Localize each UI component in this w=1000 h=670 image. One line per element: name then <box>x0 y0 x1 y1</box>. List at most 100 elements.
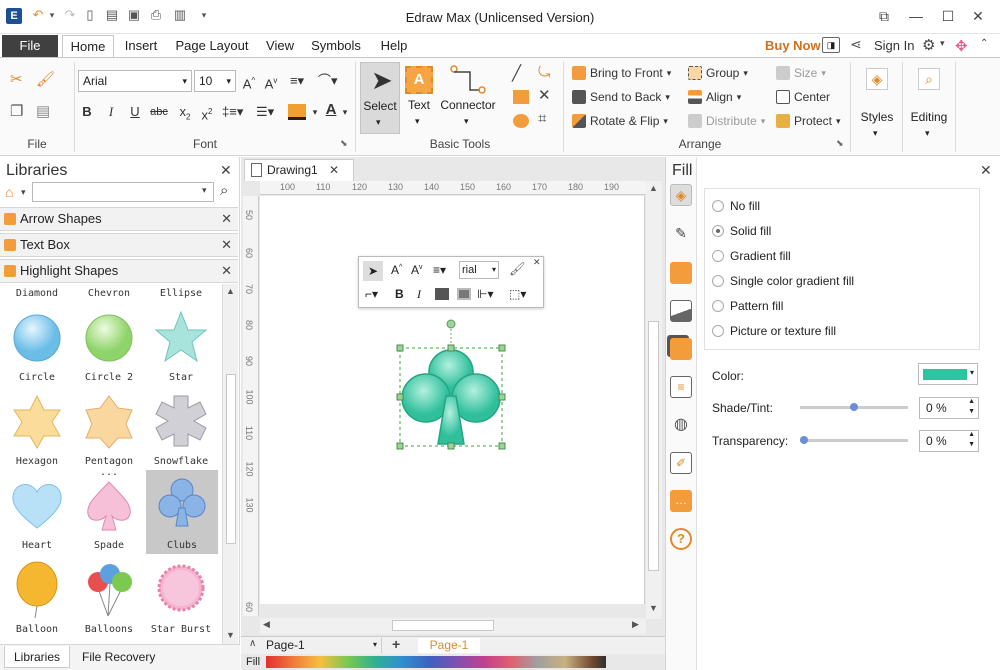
libraries-bottom-tab[interactable]: Libraries <box>4 646 70 668</box>
shape-circle[interactable]: Circle <box>2 306 72 386</box>
grow-font-icon[interactable]: A^ <box>391 263 402 277</box>
libraries-close-icon[interactable]: ✕ <box>220 162 232 179</box>
shape-hexagon[interactable]: Hexagon <box>2 390 72 470</box>
line-tool-icon[interactable]: ╱ <box>512 64 521 82</box>
fill-panel-close-icon[interactable]: ✕ <box>980 162 992 179</box>
library-category-highlight-shapes[interactable]: Highlight Shapes ✕ <box>0 259 238 283</box>
sign-in-link[interactable]: Sign In <box>874 38 914 53</box>
align-button[interactable]: Align ▾ <box>688 87 741 107</box>
maximize-button[interactable]: ☐ <box>936 6 960 26</box>
arrange-mini-icon[interactable]: ⊩▾ <box>477 287 493 301</box>
center-button[interactable]: Center <box>776 87 830 107</box>
scroll-down-icon[interactable]: ▼ <box>226 630 235 640</box>
superscript-icon[interactable]: x2 <box>198 102 216 125</box>
gallery-scrollbar[interactable]: ▲ ▼ <box>222 284 238 646</box>
text-spacing-icon[interactable]: ⌒▾ <box>318 71 338 91</box>
protect-button[interactable]: Protect ▾ <box>776 111 841 131</box>
bring-to-front-button[interactable]: Bring to Front ▾ <box>572 63 671 83</box>
clubs-shape-selected[interactable] <box>394 318 508 450</box>
connect-icon[interactable]: ⋖ <box>850 36 862 53</box>
library-close-icon[interactable]: ✕ <box>221 208 232 230</box>
rectangle-tool-icon[interactable] <box>513 90 529 104</box>
line-style-mini-icon[interactable]: ⬚▾ <box>509 287 526 301</box>
subscript-icon[interactable]: x2 <box>176 102 194 128</box>
size-button[interactable]: Size ▾ <box>776 63 826 83</box>
page-list-collapse-icon[interactable]: ∧ <box>249 638 256 649</box>
drawing-tab-close-icon[interactable]: ✕ <box>329 160 339 180</box>
restore-icon[interactable]: ⧉ <box>872 6 896 26</box>
mini-font-select[interactable]: rial ▾ <box>459 261 499 279</box>
shape-spade[interactable]: Spade <box>74 474 144 554</box>
minimize-button[interactable]: — <box>904 6 928 26</box>
strikethrough-icon[interactable]: abc <box>150 102 168 122</box>
library-category-arrow-shapes[interactable]: Arrow Shapes ✕ <box>0 207 238 231</box>
fill-option-gradient-fill[interactable]: Gradient fill <box>712 247 791 265</box>
floating-toolbar-close-icon[interactable]: ✕ <box>533 257 541 268</box>
italic-icon[interactable]: I <box>417 287 421 302</box>
transparency-slider[interactable] <box>800 436 908 444</box>
shape-balloons[interactable]: Balloons <box>74 558 144 638</box>
text-tool-button[interactable]: A Text ▾ <box>402 62 436 134</box>
shade-tint-slider[interactable] <box>800 403 908 411</box>
bring-front-mini-icon[interactable] <box>435 288 449 300</box>
italic-icon[interactable]: I <box>102 102 120 122</box>
fill-palette[interactable] <box>266 656 606 668</box>
canvas-vertical-scrollbar[interactable]: ▲ ▼ <box>646 181 662 619</box>
comment-icon[interactable]: … <box>670 490 692 512</box>
line-panel-icon[interactable]: ✎ <box>670 222 692 244</box>
transparency-spinner[interactable]: 0 % ▲ ▼ <box>919 430 979 452</box>
shape-balloon[interactable]: Balloon <box>2 558 72 638</box>
hyperlink-globe-icon[interactable]: ◍ <box>670 414 692 436</box>
file-recovery-tab[interactable]: File Recovery <box>82 646 162 668</box>
scrollbar-thumb[interactable] <box>392 620 494 631</box>
pointer-icon[interactable]: ➤ <box>363 261 383 281</box>
tab-insert[interactable]: Insert <box>118 35 164 58</box>
ellipse-tool-icon[interactable] <box>513 114 529 128</box>
layer-panel-icon[interactable] <box>670 338 692 360</box>
scroll-right-icon[interactable]: ▶ <box>632 619 639 630</box>
library-home-icon[interactable]: ⌂ <box>5 184 13 200</box>
font-family-select[interactable]: Arial ▾ <box>78 70 192 92</box>
color-picker[interactable]: ▾ <box>918 363 978 385</box>
fill-option-single-color-gradient[interactable]: Single color gradient fill <box>712 272 854 290</box>
file-tab[interactable]: File <box>2 35 58 57</box>
connector-style-icon[interactable]: ⌐▾ <box>365 287 378 301</box>
fill-option-pattern-fill[interactable]: Pattern fill <box>712 297 783 315</box>
library-category-text-box[interactable]: Text Box ✕ <box>0 233 238 257</box>
format-painter-icon[interactable]: 🖌 <box>509 261 526 277</box>
format-painter-icon[interactable]: 🖌 <box>36 70 55 88</box>
distribute-button[interactable]: Distribute ▾ <box>688 111 765 131</box>
slider-knob[interactable] <box>800 436 808 444</box>
scroll-up-icon[interactable]: ▲ <box>649 183 658 193</box>
font-size-select[interactable]: 10 ▾ <box>194 70 236 92</box>
help-icon[interactable]: ? <box>670 528 692 550</box>
shape-clubs[interactable]: Clubs <box>146 470 218 554</box>
tab-help[interactable]: Help <box>374 35 414 58</box>
bold-icon[interactable]: B <box>395 287 404 301</box>
scroll-down-icon[interactable]: ▼ <box>649 603 658 613</box>
buy-now-link[interactable]: Buy Now <box>765 38 821 53</box>
attachment-icon[interactable]: ✐ <box>670 452 692 474</box>
slider-knob[interactable] <box>850 403 858 411</box>
search-icon[interactable]: ⌕ <box>220 182 228 199</box>
settings-gear-icon[interactable]: ⚙ <box>922 36 935 54</box>
font-color-dropdown-icon[interactable]: ▾ <box>336 102 354 122</box>
drawing-tab[interactable]: Drawing1 ✕ <box>244 159 354 181</box>
image-panel-icon[interactable] <box>670 300 692 322</box>
canvas-horizontal-scrollbar[interactable]: ◀ ▶ <box>260 618 646 634</box>
library-close-icon[interactable]: ✕ <box>221 234 232 256</box>
select-tool-button[interactable]: ➤ Select ▾ <box>360 62 400 134</box>
copy-icon[interactable]: ❐ <box>10 102 23 120</box>
shape-snowflake[interactable]: Snowflake <box>146 390 216 470</box>
tab-home[interactable]: Home <box>62 35 114 58</box>
editing-button[interactable]: ⌕ Editing ▾ <box>906 62 952 146</box>
library-close-icon[interactable]: ✕ <box>221 260 232 282</box>
highlight-color-icon[interactable] <box>288 104 306 120</box>
shape-circle-2[interactable]: Circle 2 <box>74 306 144 386</box>
shade-tint-spinner[interactable]: 0 % ▲ ▼ <box>919 397 979 419</box>
line-spacing-icon[interactable]: ‡≡▾ <box>222 102 243 122</box>
scroll-up-icon[interactable]: ▲ <box>226 286 235 296</box>
text-align-icon[interactable]: ≡▾ <box>433 263 446 277</box>
crop-tool-icon[interactable]: ⌗ <box>538 110 546 127</box>
tab-view[interactable]: View <box>260 35 300 58</box>
